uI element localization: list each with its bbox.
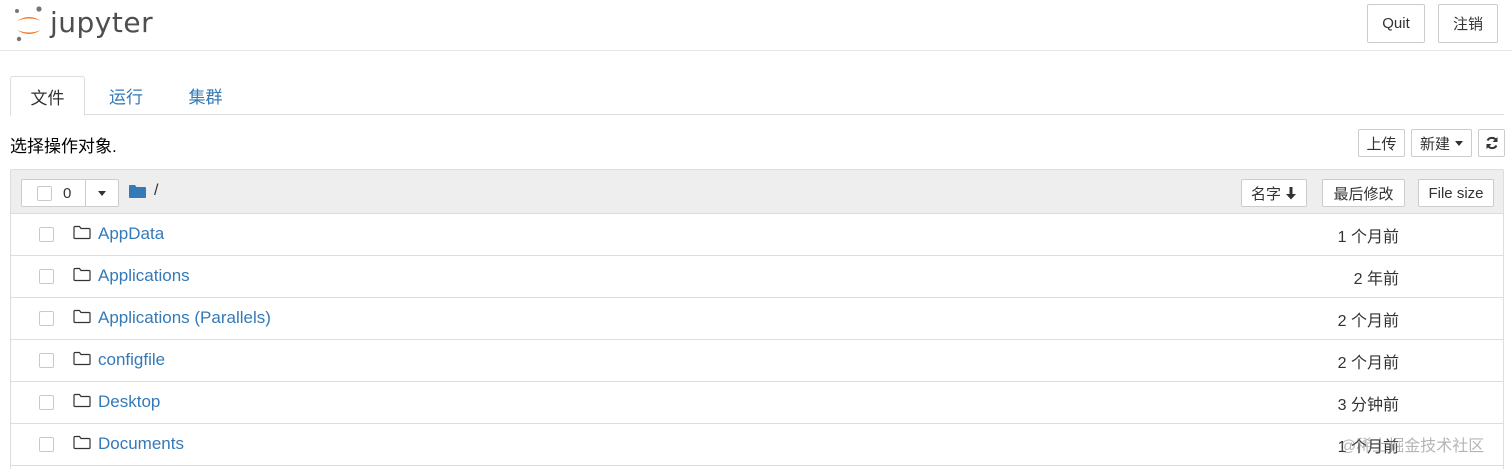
sort-last-modified-button[interactable]: 最后修改	[1322, 179, 1405, 207]
last-modified: 1 个月前	[1337, 229, 1399, 246]
select-all-area: 0	[22, 180, 86, 206]
sort-name-label: 名字	[1250, 185, 1281, 203]
folder-icon	[73, 225, 91, 240]
upload-button[interactable]: 上传	[1358, 129, 1405, 157]
jupyter-logo[interactable]: jupyter	[14, 4, 164, 44]
select-all-group: 0	[21, 179, 119, 207]
folder-icon	[73, 351, 91, 366]
refresh-icon	[1486, 136, 1497, 150]
caret-down-icon	[98, 190, 106, 196]
row-checkbox[interactable]	[39, 311, 54, 326]
last-modified: 3 分钟前	[1337, 397, 1399, 414]
breadcrumb-root[interactable]: /	[154, 182, 158, 200]
file-name-link[interactable]: Desktop	[98, 392, 160, 412]
row-checkbox[interactable]	[39, 227, 54, 242]
tab-running[interactable]: 运行	[90, 76, 162, 115]
folder-icon	[73, 435, 91, 450]
refresh-button[interactable]	[1478, 129, 1505, 157]
sort-file-size-button[interactable]: File size	[1418, 179, 1494, 207]
row-checkbox[interactable]	[39, 395, 54, 410]
logo-text: jupyter	[50, 5, 154, 39]
row-checkbox[interactable]	[39, 437, 54, 452]
list-item[interactable]: Applications 2 年前	[11, 256, 1503, 298]
selected-count: 0	[63, 184, 72, 202]
new-button-label: 新建	[1419, 135, 1450, 153]
file-name-link[interactable]: Applications	[98, 266, 190, 286]
folder-icon[interactable]	[129, 184, 146, 198]
folder-icon	[73, 309, 91, 324]
file-list-panel: 0 / 名字 最后修改 File size AppData 1 个月前 Appl…	[10, 169, 1504, 469]
select-menu-toggle[interactable]	[86, 180, 118, 206]
logout-button[interactable]: 注销	[1438, 4, 1498, 43]
new-dropdown-button[interactable]: 新建	[1411, 129, 1472, 157]
last-modified: 2 年前	[1353, 271, 1399, 288]
last-modified: 2 个月前	[1337, 355, 1399, 372]
row-checkbox[interactable]	[39, 353, 54, 368]
main-tabs: 文件 运行 集群	[10, 76, 1504, 116]
jupyter-logo-icon	[15, 6, 42, 42]
selection-hint: 选择操作对象.	[10, 137, 117, 156]
caret-down-icon	[1455, 140, 1463, 146]
last-modified: 2 个月前	[1337, 313, 1399, 330]
quit-button[interactable]: Quit	[1367, 4, 1425, 43]
file-name-link[interactable]: Applications (Parallels)	[98, 308, 271, 328]
arrow-down-icon	[1286, 186, 1296, 199]
top-header: jupyter Quit 注销	[0, 0, 1512, 51]
tab-clusters[interactable]: 集群	[168, 76, 243, 115]
file-list-header: 0 / 名字 最后修改 File size	[11, 170, 1503, 214]
list-item[interactable]: Desktop 3 分钟前	[11, 382, 1503, 424]
list-item[interactable]: Applications (Parallels) 2 个月前	[11, 298, 1503, 340]
folder-icon	[73, 393, 91, 408]
row-checkbox[interactable]	[39, 269, 54, 284]
file-name-link[interactable]: AppData	[98, 224, 164, 244]
tab-files[interactable]: 文件	[10, 76, 85, 116]
breadcrumb: /	[129, 182, 158, 200]
list-item[interactable]: configfile 2 个月前	[11, 340, 1503, 382]
select-all-checkbox[interactable]	[37, 185, 52, 201]
list-item[interactable]: Documents 1 个月前	[11, 424, 1503, 466]
file-name-link[interactable]: Documents	[98, 434, 184, 454]
list-item[interactable]: AppData 1 个月前	[11, 214, 1503, 256]
folder-icon	[73, 267, 91, 282]
watermark: @稀土掘金技术社区	[1340, 438, 1485, 455]
file-name-link[interactable]: configfile	[98, 350, 165, 370]
sort-name-button[interactable]: 名字	[1241, 179, 1307, 207]
